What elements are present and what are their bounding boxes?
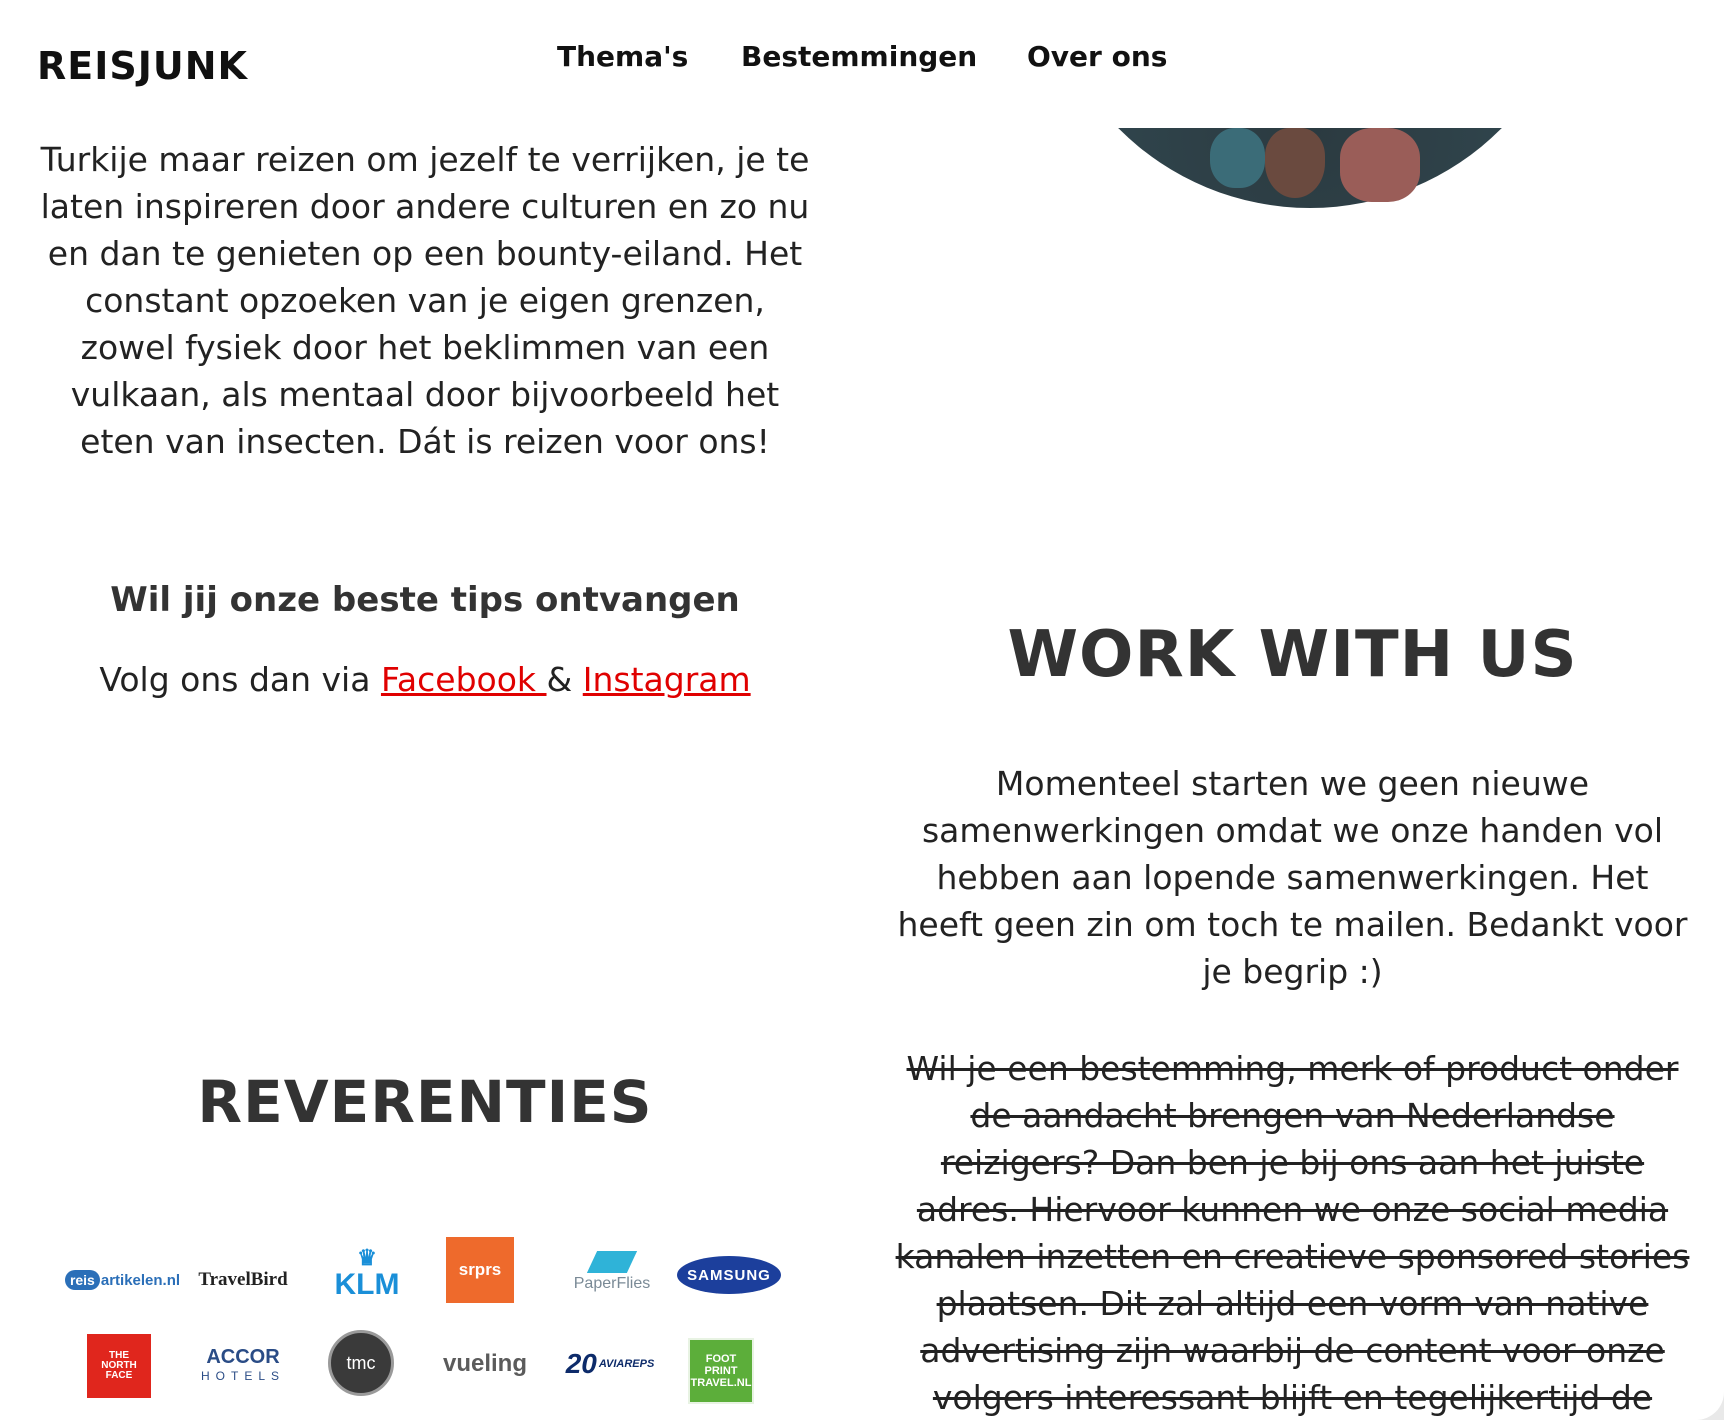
nav-item-themas[interactable]: Thema's — [557, 40, 688, 73]
follow-prefix: Volg ons dan via — [99, 660, 381, 699]
tips-heading: Wil jij onze beste tips ontvangen — [110, 580, 740, 620]
reisartikelen-logo: reis artikelen.nl — [64, 1260, 180, 1300]
accor-hotels-logo: ACCOR HOTELS — [200, 1345, 285, 1383]
main-nav: Thema's Bestemmingen Over ons — [0, 40, 1724, 80]
page: REISJUNK Thema's Bestemmingen Over ons T… — [0, 0, 1724, 1420]
the-north-face-logo: THE NORTH FACE — [87, 1334, 151, 1398]
nav-item-over-ons[interactable]: Over ons — [1027, 40, 1167, 73]
srprs-logo: srprs — [446, 1237, 514, 1303]
samsung-logo: SAMSUNG — [677, 1256, 781, 1294]
photo-detail — [1210, 128, 1265, 188]
aviareps-logo: 20 AVIAREPS — [565, 1348, 655, 1379]
nav-item-bestemmingen[interactable]: Bestemmingen — [741, 40, 977, 73]
intro-paragraph: Turkije maar reizen om jezelf te verrijk… — [40, 140, 810, 461]
follow-line: Volg ons dan via Facebook & Instagram — [40, 660, 810, 699]
photo-detail — [1265, 128, 1325, 198]
tmc-logo: tmc — [328, 1330, 394, 1396]
instagram-link[interactable]: Instagram — [583, 660, 751, 699]
travelbird-logo: TravelBird — [198, 1269, 288, 1290]
work-with-us-struck-text: Wil je een bestemming, merk of product o… — [895, 1049, 1690, 1417]
photo-detail — [1340, 128, 1420, 202]
work-with-us-text: Momenteel starten we geen nieuwe samenwe… — [897, 764, 1688, 991]
vueling-logo: vueling — [442, 1350, 527, 1377]
paperflies-logo: PaperFlies — [557, 1242, 667, 1302]
follow-ampersand: & — [546, 660, 583, 699]
work-with-us-heading: WORK WITH US — [1007, 618, 1578, 692]
partner-logos: reis artikelen.nl TravelBird ♛ KLM srprs P… — [60, 1230, 800, 1420]
references-heading: REVERENTIES — [197, 1068, 653, 1136]
footprint-travel-logo: FOOT PRINT TRAVEL.NL — [688, 1338, 754, 1404]
facebook-link[interactable]: Facebook — [381, 660, 547, 699]
team-photo — [1040, 128, 1580, 210]
klm-logo: ♛ KLM — [334, 1245, 400, 1302]
